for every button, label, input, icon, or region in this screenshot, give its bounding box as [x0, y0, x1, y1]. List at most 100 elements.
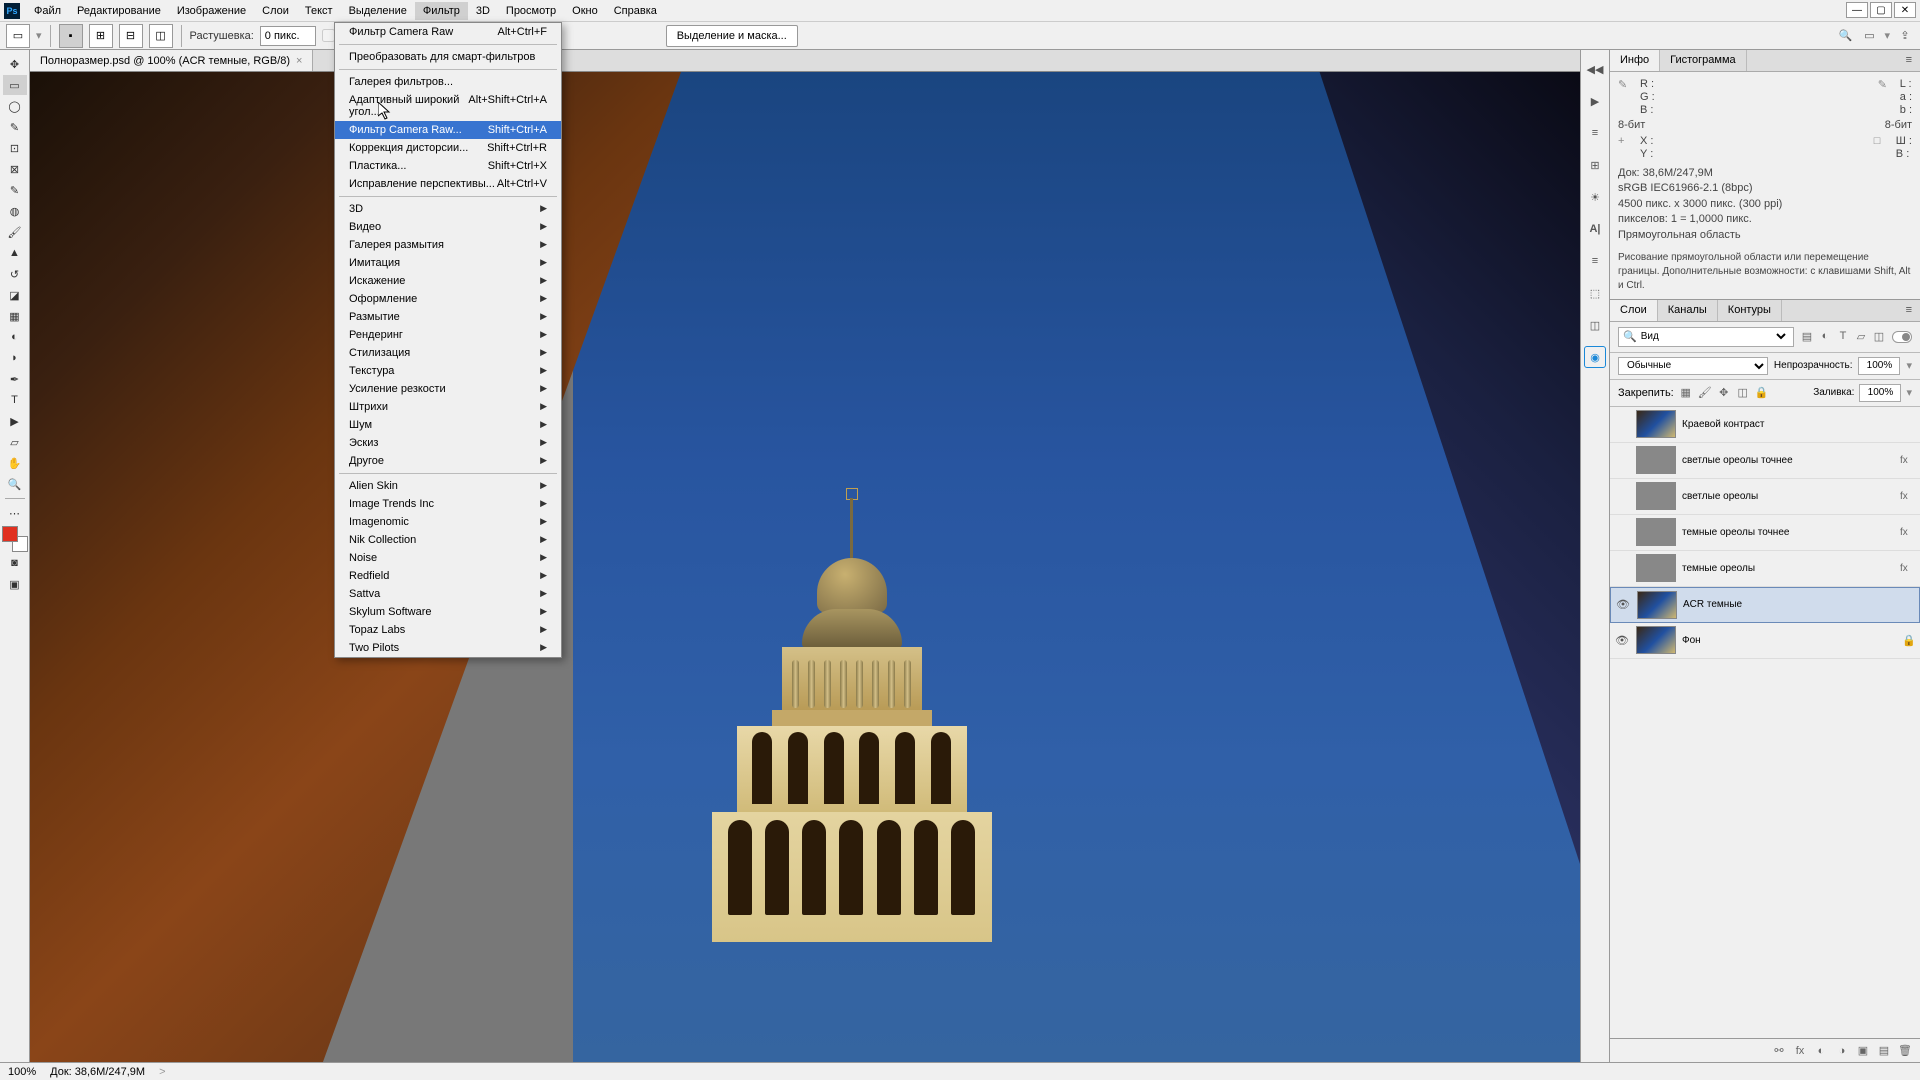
menu-item[interactable]: Nik Collection▶	[335, 531, 561, 549]
menu-item[interactable]: Адаптивный широкий угол...Alt+Shift+Ctrl…	[335, 91, 561, 121]
layer-name[interactable]: ACR темные	[1683, 599, 1915, 610]
layer-style-icon[interactable]: fx	[1793, 1045, 1807, 1057]
menu-справка[interactable]: Справка	[606, 2, 665, 20]
menu-фильтр[interactable]: Фильтр	[415, 2, 468, 20]
3d-panel-icon[interactable]: ⬚	[1584, 282, 1606, 304]
layer-row[interactable]: светлые ореолы точнееfx	[1610, 443, 1920, 479]
history-panel-icon[interactable]: ▶	[1584, 90, 1606, 112]
menu-item[interactable]: Рендеринг▶	[335, 326, 561, 344]
menu-item[interactable]: Шум▶	[335, 416, 561, 434]
fill-input[interactable]	[1859, 384, 1901, 402]
lock-position-icon[interactable]: ✥	[1717, 386, 1731, 399]
menu-item[interactable]: Штрихи▶	[335, 398, 561, 416]
link-layers-icon[interactable]: ⚯	[1772, 1044, 1786, 1057]
pen-tool[interactable]: ✒	[3, 369, 27, 389]
zoom-level[interactable]: 100%	[8, 1066, 36, 1078]
search-icon[interactable]: 🔍	[1836, 27, 1854, 45]
eraser-tool[interactable]: ◪	[3, 285, 27, 305]
menu-item[interactable]: Redfield▶	[335, 567, 561, 585]
type-tool[interactable]: T	[3, 390, 27, 410]
tool-preset-icon[interactable]: ▭	[6, 24, 30, 48]
opacity-input[interactable]	[1858, 357, 1900, 375]
menu-изображение[interactable]: Изображение	[169, 2, 254, 20]
new-layer-icon[interactable]: ▤	[1877, 1044, 1891, 1057]
feather-input[interactable]	[260, 26, 316, 46]
layer-row[interactable]: темные ореолы fx	[1610, 551, 1920, 587]
menu-item[interactable]: Искажение▶	[335, 272, 561, 290]
maximize-button[interactable]: ▢	[1870, 2, 1892, 18]
layer-name[interactable]: темные ореолы точнее	[1682, 527, 1894, 538]
menu-item[interactable]: Noise▶	[335, 549, 561, 567]
document-tab[interactable]: Полноразмер.psd @ 100% (ACR темные, RGB/…	[30, 50, 313, 71]
hand-tool[interactable]: ✋	[3, 453, 27, 473]
marquee-new-icon[interactable]: ▪	[59, 24, 83, 48]
menu-просмотр[interactable]: Просмотр	[498, 2, 564, 20]
frame-tool[interactable]: ⊠	[3, 159, 27, 179]
layer-filter-select[interactable]: 🔍 Вид	[1618, 327, 1794, 347]
layer-name[interactable]: светлые ореолы	[1682, 491, 1894, 502]
layer-thumbnail[interactable]	[1637, 591, 1677, 619]
menu-item[interactable]: Имитация▶	[335, 254, 561, 272]
adjustment-layer-icon[interactable]: ◑	[1835, 1045, 1849, 1057]
marquee-intersect-icon[interactable]: ◫	[149, 24, 173, 48]
layer-name[interactable]: темные ореолы	[1682, 563, 1894, 574]
share-icon[interactable]: ⇪	[1896, 27, 1914, 45]
libraries-panel-icon[interactable]: ◫	[1584, 314, 1606, 336]
tab-paths[interactable]: Контуры	[1718, 300, 1782, 321]
visibility-icon[interactable]: 👁	[1615, 598, 1631, 611]
layer-row[interactable]: Краевой контраст	[1610, 407, 1920, 443]
menu-item[interactable]: Пластика...Shift+Ctrl+X	[335, 157, 561, 175]
menu-item[interactable]: Эскиз▶	[335, 434, 561, 452]
layer-row[interactable]: 👁 ACR темные	[1610, 587, 1920, 623]
lock-all-icon[interactable]: 🔒	[1755, 386, 1769, 399]
layer-mask-icon[interactable]: ◐	[1814, 1045, 1828, 1057]
menu-текст[interactable]: Текст	[297, 2, 341, 20]
menu-редактирование[interactable]: Редактирование	[69, 2, 169, 20]
menu-item[interactable]: Преобразовать для смарт-фильтров	[335, 48, 561, 66]
tab-channels[interactable]: Каналы	[1658, 300, 1718, 321]
menu-item[interactable]: Галерея размытия▶	[335, 236, 561, 254]
menu-item[interactable]: Размытие▶	[335, 308, 561, 326]
menu-item[interactable]: Видео▶	[335, 218, 561, 236]
adjustments-panel-icon[interactable]: ☀	[1584, 186, 1606, 208]
layer-name[interactable]: Фон	[1682, 635, 1896, 646]
menu-item[interactable]: Skylum Software▶	[335, 603, 561, 621]
layer-thumbnail[interactable]	[1636, 482, 1676, 510]
menu-слои[interactable]: Слои	[254, 2, 297, 20]
fx-icon[interactable]: fx	[1900, 491, 1916, 502]
layer-name[interactable]: Краевой контраст	[1682, 419, 1916, 430]
layer-thumbnail[interactable]	[1636, 518, 1676, 546]
menu-окно[interactable]: Окно	[564, 2, 606, 20]
move-tool[interactable]: ✥	[3, 54, 27, 74]
layer-name[interactable]: светлые ореолы точнее	[1682, 455, 1894, 466]
menu-item[interactable]: 3D▶	[335, 200, 561, 218]
workspace-icon[interactable]: ▭	[1860, 27, 1878, 45]
layer-row[interactable]: светлые ореолы fx	[1610, 479, 1920, 515]
delete-layer-icon[interactable]: 🗑	[1898, 1044, 1912, 1057]
layer-row[interactable]: темные ореолы точнееfx	[1610, 515, 1920, 551]
layer-filter-icons[interactable]: ▤◐T▱◫	[1800, 330, 1886, 343]
layer-thumbnail[interactable]	[1636, 554, 1676, 582]
menu-item[interactable]: Sattva▶	[335, 585, 561, 603]
learn-panel-icon[interactable]: ◉	[1584, 346, 1606, 368]
dodge-tool[interactable]: ◗	[3, 348, 27, 368]
menu-выделение[interactable]: Выделение	[341, 2, 415, 20]
menu-item[interactable]: Imagenomic▶	[335, 513, 561, 531]
visibility-icon[interactable]: 👁	[1614, 634, 1630, 647]
marquee-add-icon[interactable]: ⊞	[89, 24, 113, 48]
brush-tool[interactable]: 🖌	[3, 222, 27, 242]
zoom-tool[interactable]: 🔍	[3, 474, 27, 494]
filter-toggle[interactable]	[1892, 331, 1912, 343]
quick-select-tool[interactable]: ✎	[3, 117, 27, 137]
fx-icon[interactable]: fx	[1900, 563, 1916, 574]
menu-item[interactable]: Усиление резкости▶	[335, 380, 561, 398]
edit-toolbar[interactable]: ⋯	[3, 503, 27, 523]
shape-tool[interactable]: ▱	[3, 432, 27, 452]
layer-thumbnail[interactable]	[1636, 410, 1676, 438]
brushes-panel-icon[interactable]: ⊞	[1584, 154, 1606, 176]
character-panel-icon[interactable]: A|	[1584, 218, 1606, 240]
color-swatches[interactable]	[2, 526, 28, 552]
layer-thumbnail[interactable]	[1636, 446, 1676, 474]
menu-файл[interactable]: Файл	[26, 2, 69, 20]
menu-item[interactable]: Стилизация▶	[335, 344, 561, 362]
